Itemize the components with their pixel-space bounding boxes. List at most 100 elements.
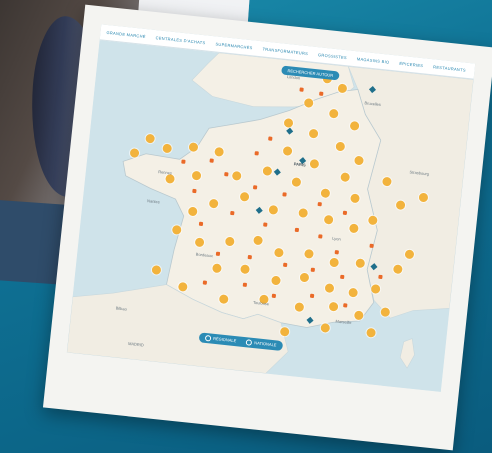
toolbar-item[interactable]: Grande Marché xyxy=(106,30,146,39)
map-marker-yellow[interactable] xyxy=(303,97,314,108)
map-marker-orange[interactable] xyxy=(202,280,208,285)
map-marker-orange[interactable] xyxy=(224,172,229,177)
map-marker-yellow[interactable] xyxy=(291,176,301,187)
map-marker-orange[interactable] xyxy=(263,222,268,227)
map-marker-yellow[interactable] xyxy=(144,133,155,143)
map-marker-yellow[interactable] xyxy=(177,281,188,292)
map-marker-yellow[interactable] xyxy=(353,155,364,165)
map-marker-yellow[interactable] xyxy=(418,191,428,202)
map-marker-yellow[interactable] xyxy=(337,82,347,93)
map-marker-orange[interactable] xyxy=(271,293,277,299)
map-marker-yellow[interactable] xyxy=(339,171,350,182)
map-marker-yellow[interactable] xyxy=(328,301,339,312)
map-marker-yellow[interactable] xyxy=(262,165,272,176)
map-marker-yellow[interactable] xyxy=(211,262,222,273)
map-marker-yellow[interactable] xyxy=(395,199,406,210)
toolbar-item[interactable]: Supermarchés xyxy=(215,41,253,50)
toolbar-item[interactable]: Transformateurs xyxy=(262,46,308,56)
map-marker-yellow[interactable] xyxy=(267,204,278,215)
map-marker-yellow[interactable] xyxy=(283,117,294,128)
map-marker-orange[interactable] xyxy=(378,274,383,280)
map-marker-yellow[interactable] xyxy=(213,146,224,157)
map-marker-yellow[interactable] xyxy=(270,275,281,285)
map-marker-yellow[interactable] xyxy=(293,301,304,312)
map-marker-yellow[interactable] xyxy=(188,141,198,152)
map-marker-orange[interactable] xyxy=(254,151,259,156)
map-marker-yellow[interactable] xyxy=(404,248,414,259)
map-marker-orange[interactable] xyxy=(340,274,345,280)
map-marker-yellow[interactable] xyxy=(320,187,330,198)
map-marker-orange[interactable] xyxy=(252,185,258,190)
map-marker-yellow[interactable] xyxy=(239,263,250,274)
map-marker-orange[interactable] xyxy=(247,254,252,260)
map-marker-orange[interactable] xyxy=(181,159,186,164)
map-marker-yellow[interactable] xyxy=(224,235,235,246)
map-marker-yellow[interactable] xyxy=(194,236,205,247)
map-marker-orange[interactable] xyxy=(369,243,374,249)
map-marker-orange[interactable] xyxy=(209,158,214,163)
map-marker-yellow[interactable] xyxy=(309,158,319,169)
map-marker-orange[interactable] xyxy=(242,282,248,287)
map-marker-yellow[interactable] xyxy=(365,327,376,338)
map-marker-yellow[interactable] xyxy=(354,257,365,268)
map-marker-yellow[interactable] xyxy=(282,145,293,156)
map-marker-yellow[interactable] xyxy=(370,283,381,294)
map-marker-yellow[interactable] xyxy=(129,147,140,158)
toolbar-item[interactable]: Magasins bio xyxy=(357,56,390,64)
map-marker-yellow[interactable] xyxy=(299,271,309,282)
map-marker-yellow[interactable] xyxy=(187,205,198,216)
map-marker-orange[interactable] xyxy=(317,201,322,207)
map-marker-yellow[interactable] xyxy=(171,224,182,235)
map-marker-yellow[interactable] xyxy=(319,322,330,333)
map-marker-yellow[interactable] xyxy=(252,234,263,245)
map-marker-yellow[interactable] xyxy=(349,192,360,203)
map-marker-yellow[interactable] xyxy=(273,247,284,258)
map-marker-orange[interactable] xyxy=(342,210,348,216)
map-marker-orange[interactable] xyxy=(299,87,304,92)
map-marker-orange[interactable] xyxy=(282,192,287,197)
map-marker-yellow[interactable] xyxy=(328,108,339,119)
map-marker-orange[interactable] xyxy=(343,303,348,308)
map-marker-orange[interactable] xyxy=(230,210,235,216)
map-marker-yellow[interactable] xyxy=(308,128,319,139)
map-marker-yellow[interactable] xyxy=(347,287,358,298)
map-marker-yellow[interactable] xyxy=(208,198,219,208)
map-marker-yellow[interactable] xyxy=(324,282,334,293)
toolbar-item[interactable]: Restaurants xyxy=(433,64,466,72)
map-marker-yellow[interactable] xyxy=(151,264,161,275)
map-marker-orange[interactable] xyxy=(268,136,273,141)
map-marker-yellow[interactable] xyxy=(381,176,392,186)
map-marker-yellow[interactable] xyxy=(367,214,378,225)
legend-item-regional[interactable]: Régionale xyxy=(204,334,237,344)
map-marker-yellow[interactable] xyxy=(348,222,359,233)
map-marker-orange[interactable] xyxy=(294,227,300,233)
map-marker-yellow[interactable] xyxy=(279,326,290,337)
map-marker-yellow[interactable] xyxy=(323,214,334,225)
map-marker-orange[interactable] xyxy=(215,251,221,257)
map-marker-yellow[interactable] xyxy=(334,141,345,151)
map-marker-orange[interactable] xyxy=(318,234,323,239)
map-marker-yellow[interactable] xyxy=(297,207,308,218)
map-marker-orange[interactable] xyxy=(319,91,324,96)
toolbar-item[interactable]: Grossistes xyxy=(318,52,347,60)
toolbar-item[interactable]: Centrales d'achats xyxy=(155,35,205,45)
map-marker-yellow[interactable] xyxy=(353,309,364,320)
map-marker-yellow[interactable] xyxy=(379,306,390,317)
map-marker-yellow[interactable] xyxy=(231,170,242,181)
legend-item-national[interactable]: Nationale xyxy=(245,339,277,348)
map-marker-yellow[interactable] xyxy=(349,120,360,131)
map-marker-yellow[interactable] xyxy=(239,191,250,202)
map-marker-orange[interactable] xyxy=(309,293,315,299)
map-marker-yellow[interactable] xyxy=(191,170,202,181)
map-marker-yellow[interactable] xyxy=(392,263,403,274)
map-marker-orange[interactable] xyxy=(198,221,204,227)
map-marker-yellow[interactable] xyxy=(161,142,172,153)
toolbar-item[interactable]: Épiceries xyxy=(399,61,423,68)
map-marker-orange[interactable] xyxy=(282,262,288,268)
map-marker-yellow[interactable] xyxy=(303,248,314,259)
map-marker-yellow[interactable] xyxy=(328,257,339,267)
map-marker-orange[interactable] xyxy=(192,188,197,194)
map-marker-orange[interactable] xyxy=(310,267,316,273)
map-marker-orange[interactable] xyxy=(334,250,339,255)
map-marker-yellow[interactable] xyxy=(218,293,229,304)
